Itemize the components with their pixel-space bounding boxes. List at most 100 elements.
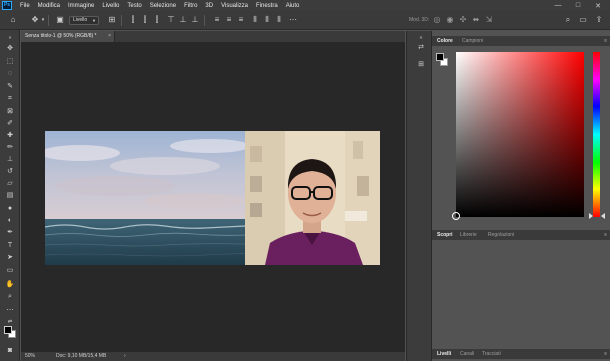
distribute-left-icon[interactable]: ⦀ xyxy=(250,15,260,25)
tab-canali[interactable]: Canali xyxy=(460,349,474,359)
canvas-area[interactable] xyxy=(21,42,405,352)
show-transform-controls-icon[interactable]: ⊞ xyxy=(107,15,117,25)
align-bottom-icon[interactable]: ⊥ xyxy=(190,15,200,25)
quick-mask-icon[interactable]: ◙ xyxy=(5,346,15,356)
tab-livelli[interactable]: Livelli xyxy=(437,349,451,359)
dodge-tool-icon[interactable]: ◐ xyxy=(5,216,15,226)
menu-immagine[interactable]: Immagine xyxy=(68,3,94,9)
frame-tool-icon[interactable]: ⊠ xyxy=(5,107,15,117)
move-tool-icon[interactable]: ✥ xyxy=(5,44,15,54)
distribute-bottom-icon[interactable]: ≡ xyxy=(236,15,246,25)
distribute-right-icon[interactable]: ⦀ xyxy=(274,15,284,25)
scale-3d-icon[interactable]: ⇲ xyxy=(484,15,494,25)
panel-menu-icon[interactable]: ≡ xyxy=(604,36,607,46)
auto-select-target-select[interactable]: Livello ▼ xyxy=(69,16,99,25)
tab-campioni[interactable]: Campioni xyxy=(462,36,483,46)
align-center-h-icon[interactable]: ⫿ xyxy=(140,15,150,25)
eyedropper-tool-icon[interactable]: ✐ xyxy=(5,119,15,129)
hand-tool-icon[interactable]: ✋ xyxy=(5,280,15,290)
tab-tracciati[interactable]: Tracciati xyxy=(482,349,501,359)
roll-3d-icon[interactable]: ◉ xyxy=(445,15,455,25)
menu-testo[interactable]: Testo xyxy=(127,3,141,9)
tab-librerie[interactable]: Librerie xyxy=(460,230,477,240)
path-selection-tool-icon[interactable]: ➤ xyxy=(5,253,15,263)
edit-toolbar-icon[interactable]: ⋯ xyxy=(5,306,15,316)
tab-regolazioni[interactable]: Regolazioni xyxy=(488,230,514,240)
hue-slider[interactable] xyxy=(593,52,600,217)
gradient-tool-icon[interactable]: ▤ xyxy=(5,191,15,201)
status-menu-arrow[interactable]: › xyxy=(124,352,126,361)
color-saturation-field[interactable] xyxy=(456,52,584,217)
blur-tool-icon[interactable]: ● xyxy=(5,204,15,214)
separator xyxy=(204,15,205,26)
align-left-icon[interactable]: ⫿ xyxy=(128,15,138,25)
tab-scopri[interactable]: Scopri xyxy=(437,230,453,240)
panel-menu-icon[interactable]: ≡ xyxy=(604,230,607,240)
portrait-photo[interactable] xyxy=(245,131,380,265)
slide-3d-icon[interactable]: ⬌ xyxy=(471,15,481,25)
menu-3d[interactable]: 3D xyxy=(205,3,213,9)
color-panel xyxy=(432,46,610,221)
menu-aiuto[interactable]: Aiuto xyxy=(286,3,300,9)
tab-colore[interactable]: Colore xyxy=(437,36,453,46)
clone-stamp-tool-icon[interactable]: ⊥ xyxy=(5,155,15,165)
brush-tool-icon[interactable]: ✏ xyxy=(5,143,15,153)
panel-menu-icon[interactable]: ≡ xyxy=(604,349,607,359)
eraser-tool-icon[interactable]: ▱ xyxy=(5,179,15,189)
hue-handle-left[interactable] xyxy=(589,213,593,219)
sea-photo[interactable] xyxy=(45,131,245,265)
marquee-tool-icon[interactable]: ⬚ xyxy=(5,57,15,67)
auto-select-icon[interactable]: ▣ xyxy=(55,15,65,25)
document-canvas[interactable] xyxy=(45,131,380,265)
align-right-icon[interactable]: ⫿ xyxy=(152,15,162,25)
pen-tool-icon[interactable]: ✒ xyxy=(5,228,15,238)
document-tab[interactable]: Senza titolo-1 @ 50% (RGB/8) * × xyxy=(21,31,115,42)
healing-brush-tool-icon[interactable]: ✚ xyxy=(5,131,15,141)
orbit-3d-icon[interactable]: ◎ xyxy=(432,15,442,25)
lasso-tool-icon[interactable]: ◌ xyxy=(5,69,15,79)
right-panels: Colore Campioni ≡ Scopri Librerie Regola… xyxy=(432,31,610,361)
menu-selezione[interactable]: Selezione xyxy=(150,3,176,9)
select-value: Livello xyxy=(73,17,88,23)
menu-modifica[interactable]: Modifica xyxy=(38,3,60,9)
menu-livello[interactable]: Livello xyxy=(102,3,119,9)
history-brush-tool-icon[interactable]: ↺ xyxy=(5,167,15,177)
close-window-button[interactable]: ✕ xyxy=(590,0,606,11)
hue-handle-right[interactable] xyxy=(601,213,605,219)
crop-tool-icon[interactable]: ⌗ xyxy=(5,94,15,104)
pan-3d-icon[interactable]: ✣ xyxy=(458,15,468,25)
zoom-level[interactable]: 50% xyxy=(25,352,35,361)
chevron-down-icon[interactable]: ▾ xyxy=(38,15,48,25)
properties-panel-icon[interactable]: ⊞ xyxy=(416,60,426,70)
foreground-color-swatch[interactable] xyxy=(4,326,12,334)
color-picker-handle[interactable] xyxy=(452,212,460,220)
menu-file[interactable]: File xyxy=(20,3,30,9)
align-top-icon[interactable]: ⊤ xyxy=(166,15,176,25)
history-panel-icon[interactable]: ⇄ xyxy=(416,43,426,53)
mode-3d-label: Mod. 3D: xyxy=(409,17,430,23)
search-icon[interactable]: ⌕ xyxy=(563,15,573,25)
type-tool-icon[interactable]: T xyxy=(5,241,15,251)
collapse-icon[interactable]: » xyxy=(5,33,15,43)
minimize-button[interactable]: — xyxy=(550,0,566,11)
maximize-button[interactable]: □ xyxy=(570,0,586,11)
zoom-tool-icon[interactable]: ⌕ xyxy=(5,292,15,302)
more-options-icon[interactable]: ⋯ xyxy=(288,15,298,25)
collapse-icon[interactable]: « xyxy=(416,33,426,43)
share-icon[interactable]: ⇪ xyxy=(594,15,604,25)
distribute-center-icon[interactable]: ⦀ xyxy=(262,15,272,25)
separator xyxy=(48,15,49,26)
rectangle-tool-icon[interactable]: ▭ xyxy=(5,266,15,276)
workspace-icon[interactable]: ▭ xyxy=(578,15,588,25)
distribute-middle-icon[interactable]: ≡ xyxy=(224,15,234,25)
menu-finestra[interactable]: Finestra xyxy=(256,3,278,9)
distribute-top-icon[interactable]: ≡ xyxy=(212,15,222,25)
foreground-color-swatch[interactable] xyxy=(436,53,444,61)
home-icon[interactable]: ⌂ xyxy=(8,15,18,25)
document-size-info: Doc: 9,10 MB/15,4 MB xyxy=(56,353,107,359)
menu-filtro[interactable]: Filtro xyxy=(184,3,197,9)
quick-selection-tool-icon[interactable]: ✎ xyxy=(5,82,15,92)
align-middle-icon[interactable]: ⊥ xyxy=(178,15,188,25)
close-tab-icon[interactable]: × xyxy=(108,31,111,42)
menu-visualizza[interactable]: Visualizza xyxy=(221,3,248,9)
